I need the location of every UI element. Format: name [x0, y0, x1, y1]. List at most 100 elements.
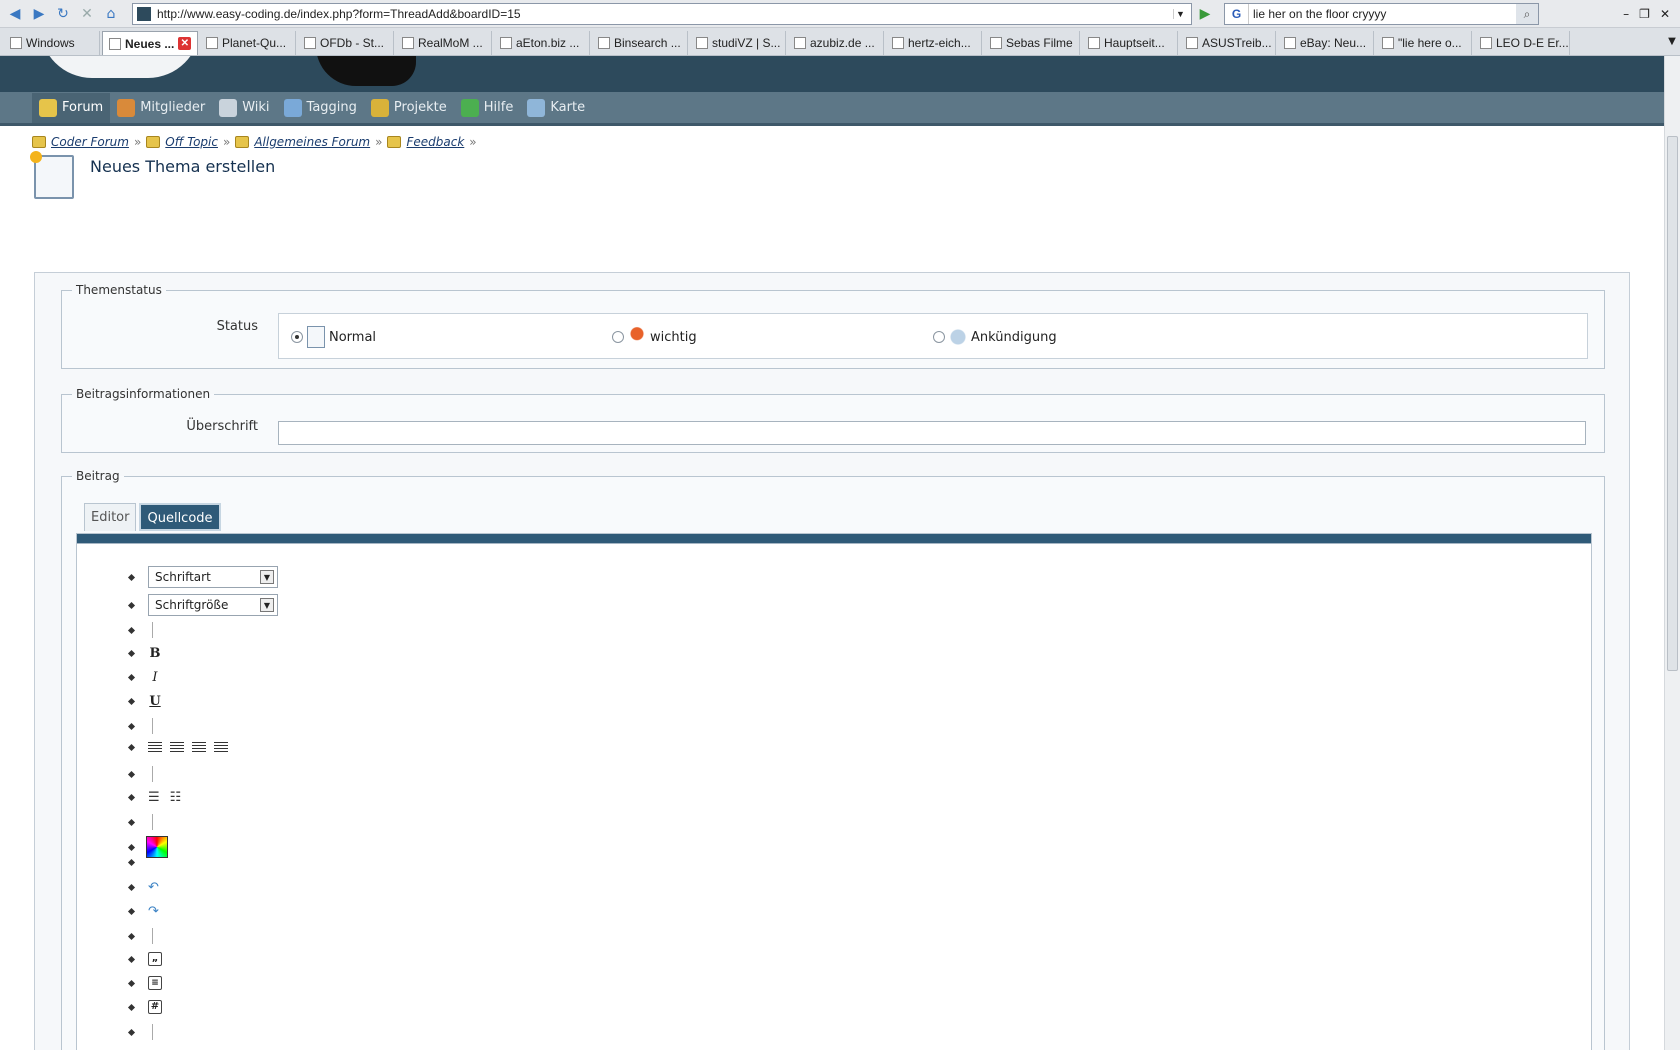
status-option-normal[interactable]: Normal — [291, 326, 376, 348]
chevron-down-icon[interactable]: ▼ — [260, 598, 274, 612]
title-input[interactable] — [278, 421, 1586, 445]
close-tab-icon[interactable]: ✕ — [178, 37, 192, 50]
browser-tab-label: azubiz.de ... — [810, 36, 875, 50]
toolbar-separator — [152, 718, 153, 734]
address-url[interactable]: http://www.easy-coding.de/index.php?form… — [157, 7, 1173, 21]
browser-tab[interactable]: aEton.biz ... — [494, 31, 590, 55]
breadcrumb-link[interactable]: Off Topic — [165, 135, 218, 149]
browser-tab-label: ASUSTreib... — [1202, 36, 1272, 50]
back-icon[interactable]: ◀ — [4, 3, 26, 25]
menu-item-tagging[interactable]: Tagging — [277, 93, 364, 123]
undo-icon[interactable]: ↶ — [148, 880, 159, 895]
browser-tab[interactable]: Hauptseit... — [1082, 31, 1178, 55]
browser-tab-label: Windows — [26, 36, 75, 50]
toolbar-item: Schriftgröße ▼ — [127, 594, 278, 616]
size-select[interactable]: Schriftgröße ▼ — [148, 594, 278, 616]
toolbar-separator — [152, 622, 153, 638]
go-icon[interactable]: ▶ — [1194, 3, 1216, 25]
browser-tab[interactable]: ASUSTreib... — [1180, 31, 1276, 55]
menu-item-label: Karte — [550, 100, 586, 115]
browser-tab[interactable]: RealMoM ... — [396, 31, 492, 55]
browser-tab[interactable]: eBay: Neu... — [1278, 31, 1374, 55]
align-center-icon[interactable] — [170, 742, 184, 753]
radio-ankuendigung[interactable] — [933, 331, 945, 343]
status-option-ankuendigung[interactable]: Ankündigung — [933, 326, 1057, 348]
toolbar-item: ≡ — [127, 976, 162, 990]
restore-icon[interactable]: ❐ — [1639, 7, 1650, 21]
browser-tab-label: OFDb - St... — [320, 36, 385, 50]
stop-icon[interactable]: ✕ — [76, 3, 98, 25]
bullet-icon — [127, 743, 136, 752]
redo-icon[interactable]: ↷ — [148, 904, 159, 919]
tab-editor[interactable]: Editor — [84, 503, 137, 531]
browser-tab[interactable]: Windows — [4, 31, 100, 55]
quote-icon[interactable]: „ — [148, 952, 162, 966]
menu-item-karte[interactable]: Karte — [520, 93, 592, 123]
bold-button[interactable]: B — [148, 646, 162, 661]
minimize-icon[interactable]: – — [1623, 7, 1629, 21]
page-icon — [990, 37, 1002, 49]
text-block-icon[interactable]: ≡ — [148, 976, 162, 990]
browser-tab[interactable]: Planet-Qu... — [200, 31, 296, 55]
breadcrumb-separator: » — [375, 135, 383, 149]
radio-normal[interactable] — [291, 331, 303, 343]
color-picker-icon[interactable] — [146, 836, 168, 858]
align-left-icon[interactable] — [148, 742, 162, 753]
toolbar-item: B — [127, 646, 162, 661]
browser-tab[interactable]: azubiz.de ... — [788, 31, 884, 55]
browser-tab[interactable]: OFDb - St... — [298, 31, 394, 55]
history-dropdown-icon[interactable]: ▼ — [1173, 8, 1187, 19]
status-wichtig-label: wichtig — [650, 329, 697, 345]
scrollbar-thumb[interactable] — [1667, 136, 1678, 671]
breadcrumb-link[interactable]: Allgemeines Forum — [254, 135, 370, 149]
align-justify-icon[interactable] — [214, 742, 228, 753]
tab-list-icon[interactable]: ▼ — [1664, 36, 1680, 47]
font-select[interactable]: Schriftart ▼ — [148, 566, 278, 588]
forward-icon[interactable]: ▶ — [28, 3, 50, 25]
close-window-icon[interactable]: ✕ — [1660, 7, 1670, 21]
tag-icon — [283, 98, 302, 117]
breadcrumb-link[interactable]: Feedback — [406, 135, 464, 149]
menu-item-mitglieder[interactable]: Mitglieder — [110, 93, 212, 123]
toolbar-separator — [152, 814, 153, 830]
reload-icon[interactable]: ↻ — [52, 3, 74, 25]
browser-tab[interactable]: Neues ... ✕ — [102, 31, 198, 55]
megaphone-icon — [949, 326, 967, 348]
menu-item-label: Wiki — [242, 100, 270, 115]
bullet-icon — [127, 649, 136, 658]
align-right-icon[interactable] — [192, 742, 206, 753]
radio-wichtig[interactable] — [612, 331, 624, 343]
code-icon[interactable]: # — [148, 1000, 162, 1014]
search-bar[interactable]: G lie her on the floor cryyyy ⌕ — [1224, 2, 1539, 25]
address-bar[interactable]: http://www.easy-coding.de/index.php?form… — [132, 2, 1192, 25]
menu-item-projekte[interactable]: Projekte — [364, 93, 454, 123]
numbered-list-icon[interactable]: ☷ — [170, 790, 182, 805]
chevron-down-icon[interactable]: ▼ — [260, 570, 274, 584]
italic-button[interactable]: I — [148, 670, 162, 685]
tab-quellcode[interactable]: Quellcode — [139, 503, 221, 531]
browser-tab[interactable]: "lie here o... — [1376, 31, 1472, 55]
status-option-wichtig[interactable]: wichtig — [612, 326, 697, 348]
browser-tab[interactable]: LEO D-E Er... — [1474, 31, 1570, 55]
toolbar-item — [127, 928, 153, 944]
search-engine-icon[interactable]: G — [1225, 3, 1249, 24]
bullet-list-icon[interactable]: ☰ — [148, 790, 160, 805]
browser-tab[interactable]: studiVZ | S... — [690, 31, 786, 55]
browser-tab[interactable]: Binsearch ... — [592, 31, 688, 55]
browser-tab[interactable]: hertz-eich... — [886, 31, 982, 55]
menu-item-hilfe[interactable]: Hilfe — [454, 93, 521, 123]
search-icon[interactable]: ⌕ — [1516, 3, 1538, 24]
search-input[interactable]: lie her on the floor cryyyy — [1249, 7, 1516, 21]
browser-tab[interactable]: Sebas Filme — [984, 31, 1080, 55]
menu-item-forum[interactable]: Forum — [32, 92, 111, 123]
menu-item-wiki[interactable]: Wiki — [212, 93, 276, 123]
breadcrumb-link[interactable]: Coder Forum — [51, 135, 129, 149]
browser-tab-label: "lie here o... — [1398, 36, 1462, 50]
home-icon[interactable]: ⌂ — [100, 3, 122, 25]
title-label: Überschrift — [186, 419, 258, 434]
toolbar-item: „ — [127, 952, 162, 966]
browser-tab-label: hertz-eich... — [908, 36, 971, 50]
underline-button[interactable]: U — [148, 694, 162, 709]
toolbar-separator — [152, 766, 153, 782]
page-scrollbar[interactable] — [1664, 56, 1680, 1050]
